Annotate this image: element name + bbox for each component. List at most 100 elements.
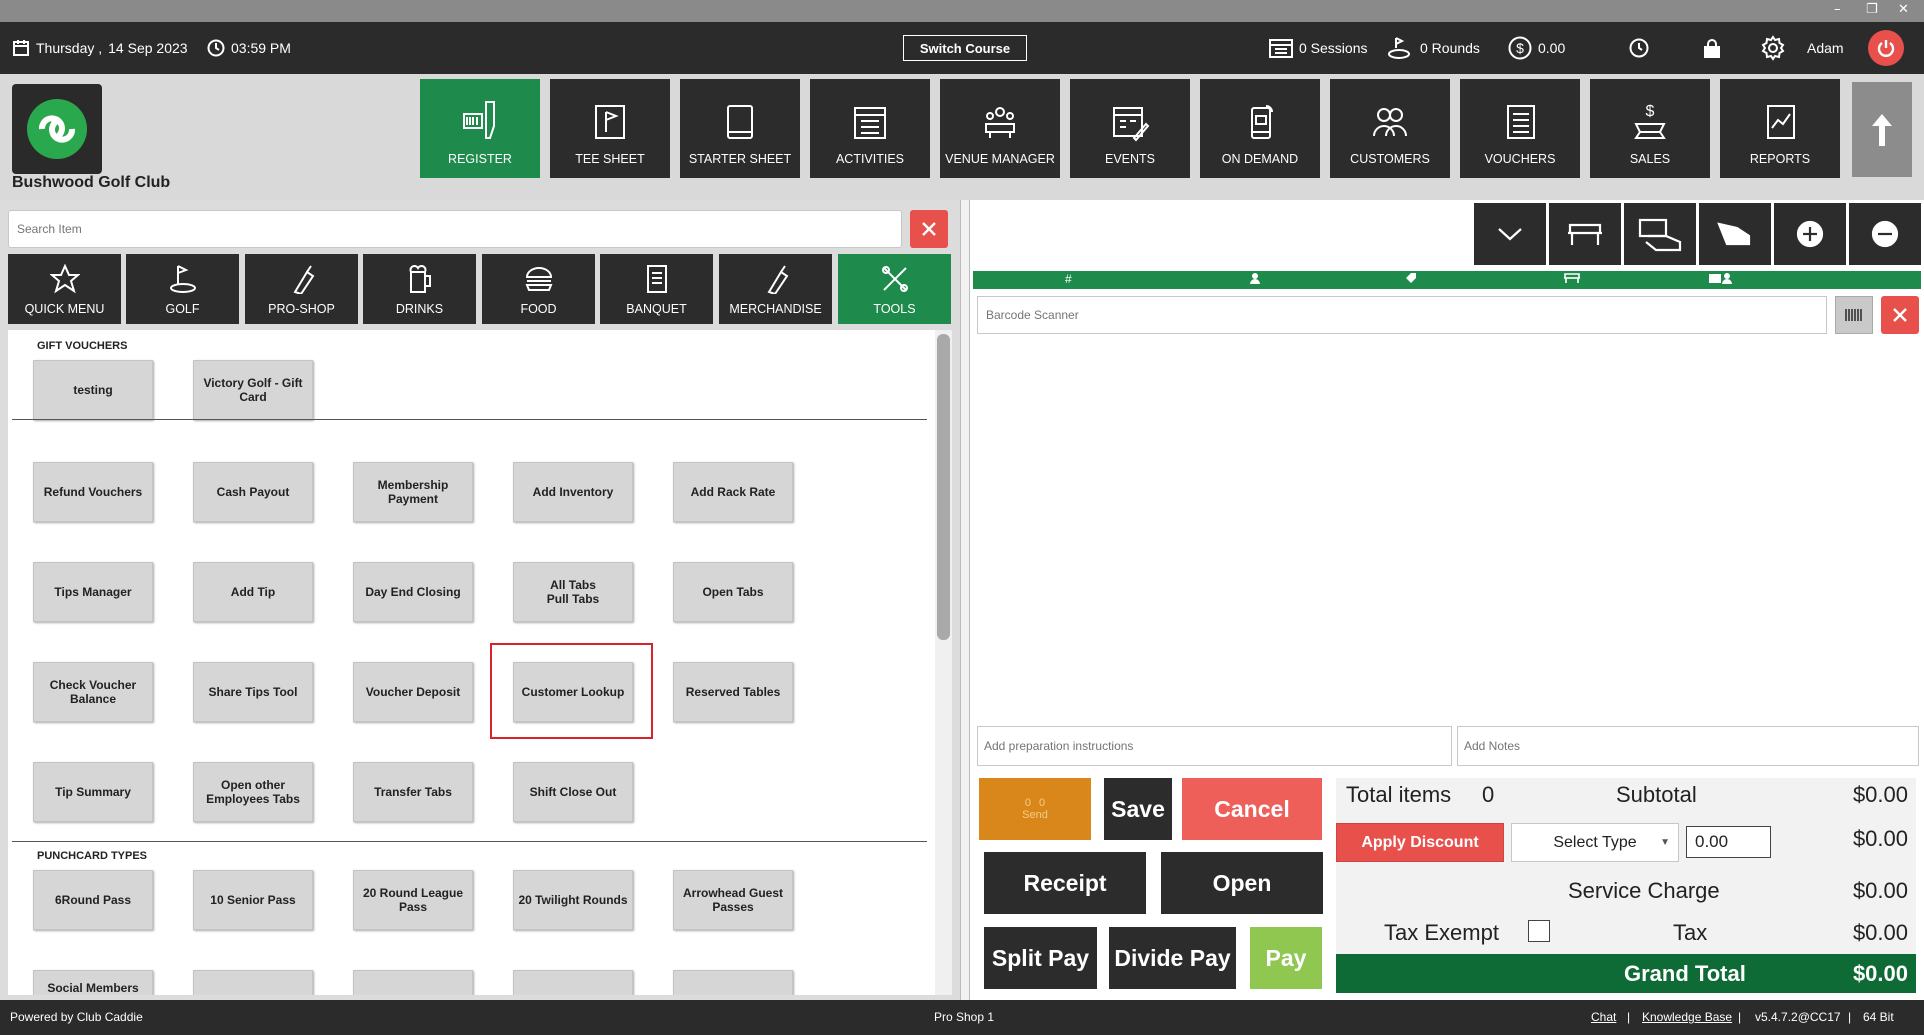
tile-add-inventory[interactable]: Add Inventory (513, 462, 633, 522)
clear-barcode-button[interactable] (1881, 296, 1919, 334)
category-food[interactable]: FOOD (482, 254, 595, 324)
tile-transfer-tabs[interactable]: Transfer Tabs (353, 762, 473, 822)
nav-customers[interactable]: CUSTOMERS (1330, 79, 1450, 178)
receipt-button[interactable]: Receipt (984, 852, 1146, 914)
category-tools[interactable]: TOOLS (838, 254, 951, 324)
lock-button[interactable] (1703, 22, 1721, 74)
tile-20-round-league-pass[interactable]: 20 Round League Pass (353, 870, 473, 930)
tile-10-senior-pass[interactable]: 10 Senior Pass (193, 870, 313, 930)
nav-activities[interactable]: ACTIVITIES (810, 79, 930, 178)
clear-search-button[interactable] (910, 210, 948, 248)
nav-starter-sheet[interactable]: STARTER SHEET (680, 79, 800, 178)
collapse-header-button[interactable] (1852, 82, 1912, 177)
sessions-display[interactable]: 0 Sessions (1269, 22, 1367, 74)
service-charge-value: $0.00 (1852, 878, 1908, 903)
cash-display[interactable]: $ 0.00 (1508, 22, 1565, 74)
pane-splitter[interactable] (960, 200, 970, 1000)
search-item-input[interactable] (8, 210, 902, 248)
close-window-icon[interactable]: ✕ (1898, 2, 1909, 17)
tile-tips-manager[interactable]: Tips Manager (33, 562, 153, 622)
nav-venue-manager[interactable]: VENUE MANAGER (940, 79, 1060, 178)
tile-day-end-closing[interactable]: Day End Closing (353, 562, 473, 622)
category-merchandise[interactable]: MERCHANDISE (719, 254, 832, 324)
pay-button[interactable]: Pay (1250, 927, 1322, 989)
tile-add-tip[interactable]: Add Tip (193, 562, 313, 622)
tile-partial[interactable] (193, 970, 313, 995)
knowledge-base-link[interactable]: Knowledge Base (1642, 1010, 1732, 1024)
tax-exempt-checkbox[interactable] (1528, 920, 1550, 942)
nav-tee-sheet[interactable]: TEE SHEET (550, 79, 670, 178)
nav-register[interactable]: REGISTER (420, 79, 540, 178)
discount-type-select[interactable]: Select Type ▼ (1511, 823, 1679, 862)
save-button[interactable]: Save (1104, 778, 1172, 840)
expand-button[interactable] (1474, 203, 1546, 265)
tile-check-voucher-balance[interactable]: Check Voucher Balance (33, 662, 153, 722)
send-button[interactable]: 0 0 Send (979, 778, 1091, 840)
separator: | (1848, 1010, 1852, 1024)
payment-hand-button[interactable] (1624, 203, 1696, 265)
tile-testing[interactable]: testing (33, 360, 153, 420)
tile-partial[interactable] (353, 970, 473, 995)
dollar-icon: $ (1508, 36, 1532, 60)
tile-cash-payout[interactable]: Cash Payout (193, 462, 313, 522)
tile-partial[interactable] (513, 970, 633, 995)
vouchers-icon (1507, 105, 1535, 139)
cancel-button[interactable]: Cancel (1182, 778, 1322, 840)
tile-reserved-tables[interactable]: Reserved Tables (673, 662, 793, 722)
category-drinks[interactable]: DRINKS (363, 254, 476, 324)
nav-on-demand[interactable]: ON DEMAND (1200, 79, 1320, 178)
tile-6round-pass[interactable]: 6Round Pass (33, 870, 153, 930)
tile-victory-golf-gift-card[interactable]: Victory Golf - Gift Card (193, 360, 313, 420)
settings-button[interactable] (1760, 22, 1786, 74)
table-button[interactable] (1549, 203, 1621, 265)
nav-reports[interactable]: REPORTS (1720, 79, 1840, 178)
tile-add-rack-rate[interactable]: Add Rack Rate (673, 462, 793, 522)
nav-sales[interactable]: $ SALES (1590, 79, 1710, 178)
user-name[interactable]: Adam (1807, 22, 1844, 74)
barcode-scanner-input[interactable] (977, 296, 1827, 334)
tile-social-members[interactable]: Social Members (33, 970, 153, 995)
power-button[interactable] (1868, 30, 1904, 66)
scrollbar-thumb[interactable] (937, 334, 950, 640)
tile-voucher-deposit[interactable]: Voucher Deposit (353, 662, 473, 722)
add-notes-input[interactable] (1457, 726, 1919, 766)
category-golf[interactable]: GOLF (126, 254, 239, 324)
rounds-display[interactable]: 0 Rounds (1388, 22, 1480, 74)
order-table-header: # (973, 271, 1921, 289)
discount-value-input[interactable]: 0.00 (1686, 826, 1771, 858)
person-icon (1249, 272, 1261, 287)
star-icon (49, 264, 80, 294)
tile-20-twilight-rounds[interactable]: 20 Twilight Rounds (513, 870, 633, 930)
category-banquet[interactable]: BANQUET (600, 254, 713, 324)
preparation-instructions-input[interactable] (977, 726, 1452, 766)
category-label: DRINKS (395, 302, 444, 316)
nav-events[interactable]: EVENTS (1070, 79, 1190, 178)
category-quick-menu[interactable]: QUICK MENU (8, 254, 121, 324)
hand-off-button[interactable] (1699, 203, 1771, 265)
tile-open-other-employees-tabs[interactable]: Open other Employees Tabs (193, 762, 313, 822)
tile-tip-summary[interactable]: Tip Summary (33, 762, 153, 822)
barcode-button[interactable] (1835, 296, 1873, 334)
chat-link[interactable]: Chat (1591, 1010, 1616, 1024)
tile-shift-close-out[interactable]: Shift Close Out (513, 762, 633, 822)
tile-membership-payment[interactable]: Membership Payment (353, 462, 473, 522)
remove-quantity-button[interactable] (1849, 203, 1921, 265)
restore-icon[interactable]: ❐ (1866, 2, 1878, 17)
tile-open-tabs[interactable]: Open Tabs (673, 562, 793, 622)
category-pro-shop[interactable]: PRO-SHOP (245, 254, 358, 324)
tile-arrowhead-guest-passes[interactable]: Arrowhead Guest Passes (673, 870, 793, 930)
tile-all-tabs-pull-tabs[interactable]: All Tabs Pull Tabs (513, 562, 633, 622)
add-quantity-button[interactable] (1774, 203, 1846, 265)
tile-partial[interactable] (673, 970, 793, 995)
history-button[interactable] (1629, 22, 1649, 74)
apply-discount-button[interactable]: Apply Discount (1336, 823, 1504, 862)
minimize-icon[interactable]: – (1834, 2, 1841, 17)
tile-share-tips-tool[interactable]: Share Tips Tool (193, 662, 313, 722)
divide-pay-button[interactable]: Divide Pay (1109, 927, 1236, 989)
open-button[interactable]: Open (1161, 852, 1323, 914)
split-pay-button[interactable]: Split Pay (984, 927, 1097, 989)
nav-vouchers[interactable]: VOUCHERS (1460, 79, 1580, 178)
switch-course-button[interactable]: Switch Course (903, 35, 1027, 61)
send-label: Send (1022, 809, 1048, 821)
tile-refund-vouchers[interactable]: Refund Vouchers (33, 462, 153, 522)
